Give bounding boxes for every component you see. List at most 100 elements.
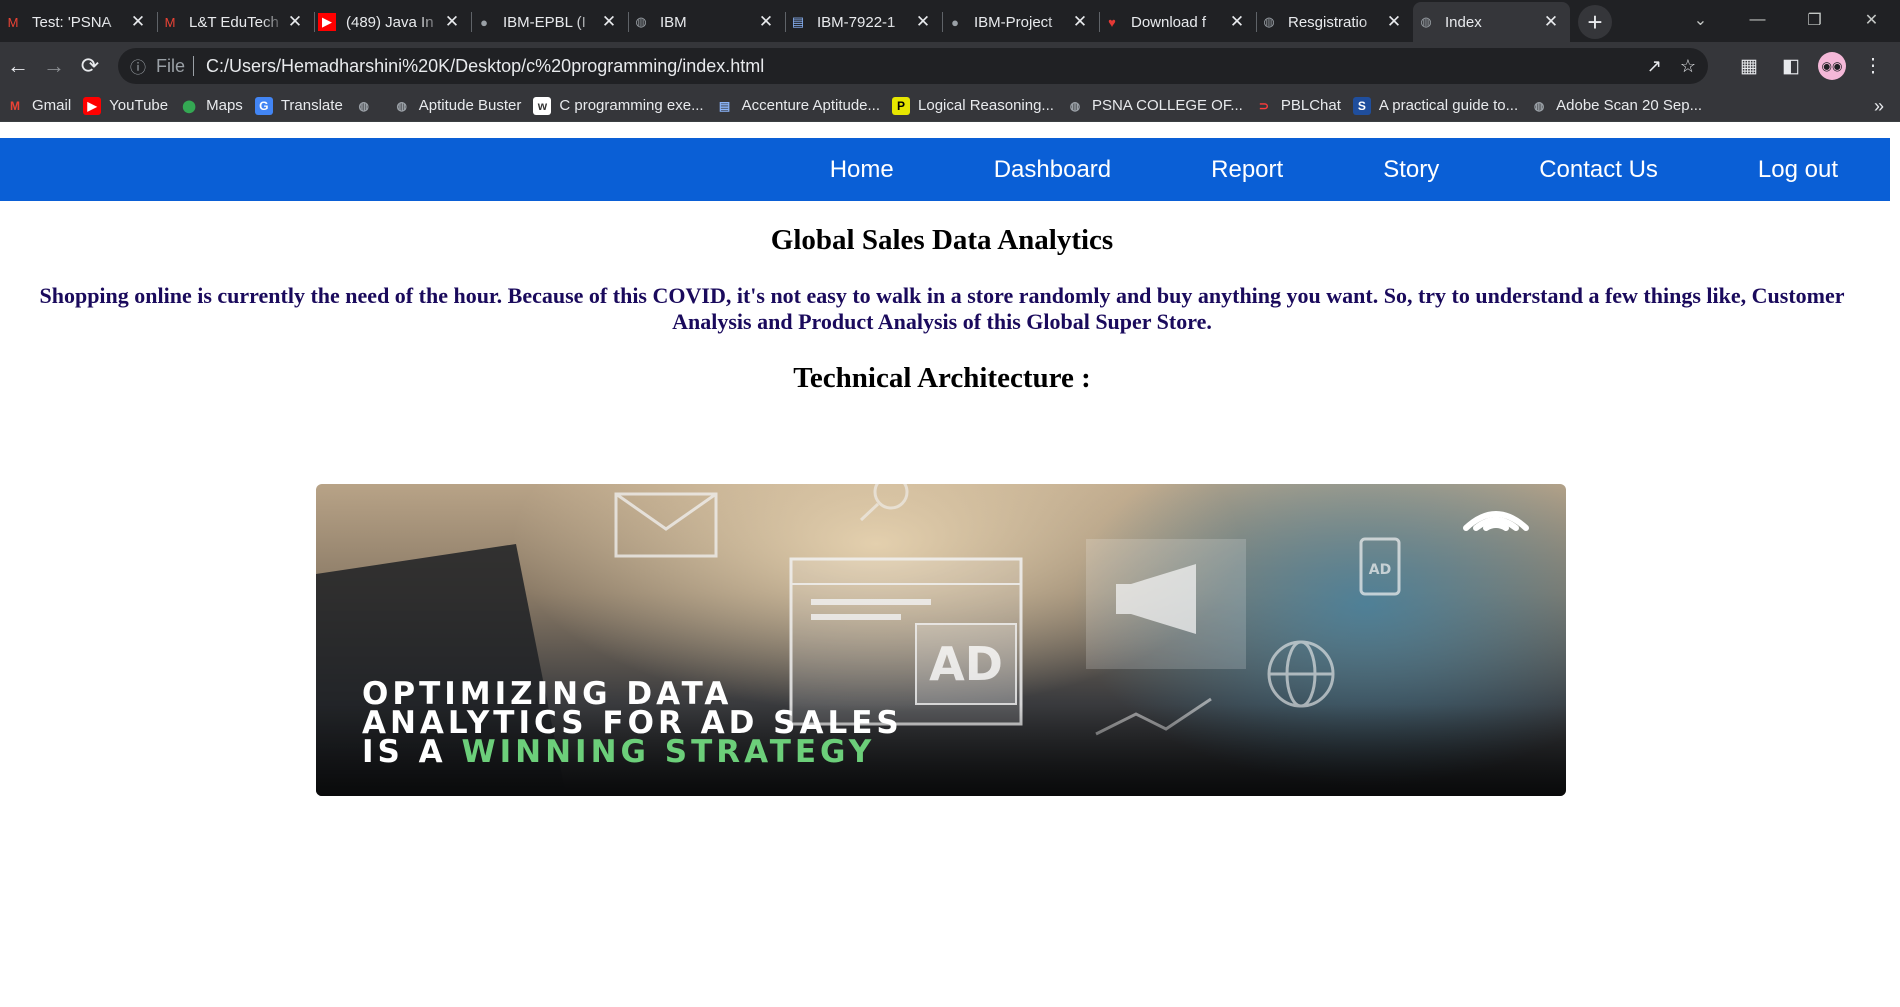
tab-title: Download f — [1131, 13, 1207, 31]
browser-tab[interactable]: ♥ Download f ✕ — [1099, 2, 1256, 42]
bookmark-item[interactable]: ◍ Adobe Scan 20 Sep... — [1528, 92, 1712, 120]
new-tab-button[interactable]: + — [1578, 5, 1612, 39]
tab-close-icon[interactable]: ✕ — [914, 12, 932, 31]
bookmark-item[interactable]: P Logical Reasoning... — [890, 92, 1064, 120]
gmail-icon: M — [164, 14, 176, 30]
tab-close-icon[interactable]: ✕ — [1542, 12, 1560, 31]
youtube-icon: ▶ — [318, 13, 336, 31]
nav-story[interactable]: Story — [1383, 156, 1439, 184]
bookmark-label: Logical Reasoning... — [918, 97, 1054, 114]
globe-graphic — [1267, 640, 1335, 708]
tab-title: (489) Java In — [346, 13, 434, 31]
bookmark-item[interactable]: ◍ — [353, 92, 391, 120]
address-url[interactable]: C:/Users/Hemadharshini%20K/Desktop/c%20p… — [206, 56, 764, 77]
translate-icon: G — [254, 96, 273, 115]
back-button[interactable]: ← — [0, 48, 36, 84]
address-bar[interactable]: ⓘ File C:/Users/Hemadharshini%20K/Deskto… — [118, 48, 1708, 84]
globe-icon: ◍ — [358, 98, 370, 113]
bookmark-item[interactable]: ⬤ Maps — [178, 92, 253, 120]
maximize-button[interactable]: ❐ — [1786, 0, 1843, 40]
bookmark-label: PSNA COLLEGE OF... — [1091, 97, 1243, 114]
globe-icon: ◍ — [1069, 98, 1081, 113]
globe-icon: ◍ — [1533, 98, 1545, 113]
bookmark-label: Adobe Scan 20 Sep... — [1556, 97, 1703, 114]
nav-log-out[interactable]: Log out — [1758, 156, 1838, 184]
bookmark-item[interactable]: ⊃ PBLChat — [1253, 92, 1351, 120]
browser-tab[interactable]: ◍ Resgistratio ✕ — [1256, 2, 1413, 42]
ad-tile-icon: AD — [1359, 537, 1401, 596]
brand-logo-icon — [1463, 511, 1529, 531]
reload-button[interactable]: ⟳ — [72, 48, 108, 84]
bookmark-item[interactable]: M Gmail — [4, 92, 81, 120]
bookmark-item[interactable]: ◍ PSNA COLLEGE OF... — [1064, 92, 1253, 120]
bookmark-item[interactable]: G Translate — [253, 92, 353, 120]
tab-close-icon[interactable]: ✕ — [757, 12, 775, 31]
tab-close-icon[interactable]: ✕ — [600, 12, 618, 31]
browser-tab[interactable]: ● IBM-Project ✕ — [942, 2, 1099, 42]
nav-dashboard[interactable]: Dashboard — [994, 156, 1111, 184]
side-panel-icon[interactable]: ◧ — [1776, 51, 1806, 81]
globe-icon: ◍ — [635, 14, 647, 29]
heart-icon: ♥ — [1108, 14, 1116, 30]
window-controls: ⌄ — ❐ ✕ — [1672, 0, 1900, 40]
bookmark-label: C programming exe... — [559, 97, 704, 114]
minimize-button[interactable]: — — [1729, 0, 1786, 40]
envelope-icon — [614, 492, 718, 558]
bookmark-item[interactable]: w C programming exe... — [531, 92, 713, 120]
youtube-icon: ▶ — [83, 96, 102, 115]
browser-tab[interactable]: ● IBM-EPBL (I ✕ — [471, 2, 628, 42]
doc-icon: ▤ — [791, 14, 805, 29]
tab-title: IBM-Project — [974, 13, 1053, 31]
nav-contact-us[interactable]: Contact Us — [1539, 156, 1658, 184]
bookmarks-overflow-icon[interactable]: » — [1874, 90, 1884, 122]
w3r-icon: w — [533, 96, 552, 115]
bookmark-item[interactable]: ▤ Accenture Aptitude... — [714, 92, 890, 120]
site-info-icon[interactable]: ⓘ — [130, 54, 146, 78]
browser-tab[interactable]: ▶ (489) Java In ✕ — [314, 2, 471, 42]
browser-tab[interactable]: ▤ IBM-7922-1 ✕ — [785, 2, 942, 42]
bookmark-item[interactable]: ◍ Aptitude Buster — [391, 92, 532, 120]
bookmark-star-icon[interactable]: ☆ — [1680, 56, 1696, 77]
bookmark-label: YouTube — [109, 97, 169, 114]
forward-button[interactable]: → — [36, 48, 72, 84]
tab-close-icon[interactable]: ✕ — [1385, 12, 1403, 31]
gmail-icon: M — [10, 98, 20, 113]
browser-tab[interactable]: M Test: 'PSNA ✕ — [0, 2, 157, 42]
bookmark-label: Accenture Aptitude... — [741, 97, 881, 114]
profile-avatar[interactable]: ◉◉ — [1818, 52, 1846, 80]
architecture-banner-image: AD AD OPTIMIZING DATA ANALYTICS FOR AD S… — [316, 484, 1566, 796]
tab-search-icon[interactable]: ⌄ — [1672, 0, 1729, 40]
bookmark-label: Gmail — [32, 97, 72, 114]
site-navbar: Home Dashboard Report Story Contact Us L… — [0, 138, 1890, 201]
tab-close-icon[interactable]: ✕ — [1228, 12, 1246, 31]
close-window-button[interactable]: ✕ — [1843, 0, 1900, 40]
intro-paragraph: Shopping online is currently the need of… — [39, 283, 1845, 334]
browser-tab[interactable]: M L&T EduTech ✕ — [157, 2, 314, 42]
browser-tab[interactable]: ◍ IBM ✕ — [628, 2, 785, 42]
nav-report[interactable]: Report — [1211, 156, 1283, 184]
tab-close-icon[interactable]: ✕ — [129, 12, 147, 31]
p-icon: P — [892, 96, 911, 115]
tab-close-icon[interactable]: ✕ — [443, 12, 461, 31]
bookmarks-bar: M Gmail ▶ YouTube ⬤ Maps G Translate ◍ ◍ Aptitude … — [0, 90, 1900, 122]
share-icon[interactable]: ↗ — [1647, 56, 1662, 77]
chrome-menu-icon[interactable]: ⋮ — [1858, 51, 1888, 81]
bookmark-label: A practical guide to... — [1378, 97, 1519, 114]
tab-title: Resgistratio — [1288, 13, 1368, 31]
bookmark-item[interactable]: ▶ YouTube — [81, 92, 178, 120]
extensions-puzzle-icon[interactable]: ▦ — [1734, 51, 1764, 81]
svg-text:AD: AD — [1369, 562, 1391, 578]
address-scheme: File — [156, 55, 186, 76]
page-title: Global Sales Data Analytics — [770, 224, 1114, 256]
tab-title: L&T EduTech — [189, 13, 279, 31]
omnibox-actions: ↗ ☆ — [1647, 48, 1696, 84]
tab-close-icon[interactable]: ✕ — [286, 12, 304, 31]
section-title: Technical Architecture : — [793, 362, 1091, 394]
nav-home[interactable]: Home — [830, 156, 894, 184]
tab-close-icon[interactable]: ✕ — [1071, 12, 1089, 31]
browser-tab[interactable]: ◍ Index ✕ — [1413, 2, 1570, 42]
tab-strip: M Test: 'PSNA ✕ M L&T EduTech ✕ ▶ (489) Java In… — [0, 0, 1900, 42]
tabs: M Test: 'PSNA ✕ M L&T EduTech ✕ ▶ (489) Java In… — [0, 0, 1570, 42]
bookmark-item[interactable]: S A practical guide to... — [1351, 92, 1528, 120]
address-separator — [193, 56, 195, 76]
